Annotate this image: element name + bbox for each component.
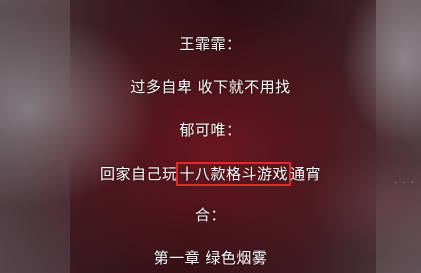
lyric-line-highlighted: 回家自己玩 十八款格斗游戏 通宵: [0, 162, 421, 186]
lyric-line-chorus-label: 合：: [194, 206, 226, 224]
lyric-line-singer-yu-kewei: 郁可唯：: [179, 121, 242, 139]
lyric-line: 第一章 绿色烟雾: [153, 249, 268, 267]
highlight-box: 十八款格斗游戏: [176, 162, 291, 186]
lyric-line-prefix: 回家自己玩: [99, 165, 178, 183]
lyric-line: 过多自卑 收下就不用找: [130, 78, 291, 96]
lyric-line-suffix: 通宵: [290, 165, 322, 183]
lyric-line-singer-wang-feifei: 王霏霏：: [179, 35, 242, 53]
faint-dots-decoration: · · ·: [394, 178, 415, 189]
